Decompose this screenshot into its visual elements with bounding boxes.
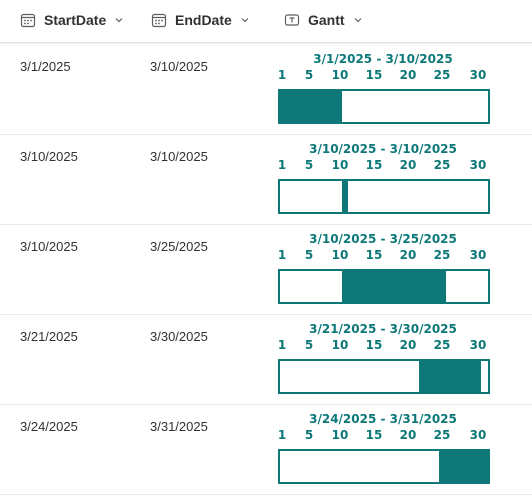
calendar-icon — [20, 12, 36, 28]
gantt-tick-label: 5 — [304, 248, 314, 262]
start-date-cell: 3/1/2025 — [20, 59, 71, 74]
gantt-tick-label: 15 — [365, 428, 383, 442]
table-row[interactable]: 3/10/2025 3/25/2025 3/10/2025 - 3/25/2025 1… — [0, 224, 532, 315]
gantt-tick-label: 5 — [304, 68, 314, 82]
start-date-cell: 3/24/2025 — [20, 419, 78, 434]
gantt-tick-label: 1 — [277, 338, 287, 352]
gantt-bar — [342, 181, 349, 212]
gantt-tick-label: 30 — [469, 68, 487, 82]
gantt-range-label: 3/24/2025 - 3/31/2025 — [309, 412, 457, 426]
gantt-tick-label: 1 — [277, 428, 287, 442]
gantt-tick-label: 25 — [433, 68, 451, 82]
gantt-track — [278, 269, 490, 304]
start-date-cell: 3/21/2025 — [20, 329, 78, 344]
table-row[interactable]: 3/1/2025 3/10/2025 3/1/2025 - 3/10/2025 1 5 1… — [0, 44, 532, 135]
gantt-tick-label: 30 — [469, 248, 487, 262]
chevron-down-icon[interactable] — [353, 15, 363, 25]
calendar-icon — [151, 12, 167, 28]
gantt-tick-label: 15 — [365, 158, 383, 172]
gantt-tick-label: 10 — [331, 338, 349, 352]
gantt-tick-label: 20 — [399, 338, 417, 352]
end-date-cell: 3/10/2025 — [150, 149, 208, 164]
gantt-track — [278, 179, 490, 214]
column-header-label: StartDate — [44, 12, 107, 28]
gantt-range-label: 3/21/2025 - 3/30/2025 — [309, 322, 457, 336]
table-row[interactable]: 3/21/2025 3/30/2025 3/21/2025 - 3/30/2025 1… — [0, 314, 532, 405]
gantt-tick-label: 30 — [469, 428, 487, 442]
gantt-tick-label: 10 — [331, 428, 349, 442]
gantt-tick-label: 20 — [399, 248, 417, 262]
gantt-tick-label: 1 — [277, 158, 287, 172]
column-header-gantt[interactable]: Gantt — [284, 0, 363, 40]
text-field-icon — [284, 12, 300, 28]
column-header-bar: StartDate EndDate Gantt — [0, 0, 532, 43]
column-header-startdate[interactable]: StartDate — [20, 0, 124, 40]
end-date-cell: 3/10/2025 — [150, 59, 208, 74]
gantt-tick-label: 25 — [433, 428, 451, 442]
gantt-bar — [439, 451, 488, 482]
column-header-enddate[interactable]: EndDate — [151, 0, 250, 40]
gantt-tick-label: 1 — [277, 68, 287, 82]
gantt-bar — [418, 361, 482, 392]
start-date-cell: 3/10/2025 — [20, 239, 78, 254]
end-date-cell: 3/25/2025 — [150, 239, 208, 254]
gantt-bar — [342, 271, 447, 302]
gantt-tick-label: 20 — [399, 428, 417, 442]
gantt-tick-label: 15 — [365, 248, 383, 262]
gantt-range-label: 3/1/2025 - 3/10/2025 — [313, 52, 453, 66]
gantt-range-label: 3/10/2025 - 3/25/2025 — [309, 232, 457, 246]
column-header-label: EndDate — [175, 12, 232, 28]
gantt-tick-label: 10 — [331, 158, 349, 172]
gantt-tick-label: 20 — [399, 158, 417, 172]
gantt-tick-label: 25 — [433, 338, 451, 352]
gantt-tick-label: 15 — [365, 68, 383, 82]
table-row[interactable]: 3/24/2025 3/31/2025 3/24/2025 - 3/31/2025 1… — [0, 404, 532, 495]
gantt-bar — [280, 91, 343, 122]
gantt-tick-label: 30 — [469, 338, 487, 352]
end-date-cell: 3/31/2025 — [150, 419, 208, 434]
gantt-tick-label: 5 — [304, 428, 314, 442]
gantt-track — [278, 359, 490, 394]
table-row[interactable]: 3/10/2025 3/10/2025 3/10/2025 - 3/10/2025 1… — [0, 134, 532, 225]
chevron-down-icon[interactable] — [240, 15, 250, 25]
gantt-tick-label: 5 — [304, 338, 314, 352]
gantt-range-label: 3/10/2025 - 3/10/2025 — [309, 142, 457, 156]
gantt-tick-label: 10 — [331, 248, 349, 262]
gantt-tick-label: 20 — [399, 68, 417, 82]
gantt-tick-label: 10 — [331, 68, 349, 82]
chevron-down-icon[interactable] — [114, 15, 124, 25]
end-date-cell: 3/30/2025 — [150, 329, 208, 344]
gantt-tick-label: 25 — [433, 248, 451, 262]
gantt-tick-label: 1 — [277, 248, 287, 262]
start-date-cell: 3/10/2025 — [20, 149, 78, 164]
gantt-tick-label: 30 — [469, 158, 487, 172]
gantt-tick-label: 15 — [365, 338, 383, 352]
gantt-track — [278, 449, 490, 484]
gantt-track — [278, 89, 490, 124]
column-header-label: Gantt — [308, 12, 345, 28]
gantt-tick-label: 5 — [304, 158, 314, 172]
gantt-tick-label: 25 — [433, 158, 451, 172]
